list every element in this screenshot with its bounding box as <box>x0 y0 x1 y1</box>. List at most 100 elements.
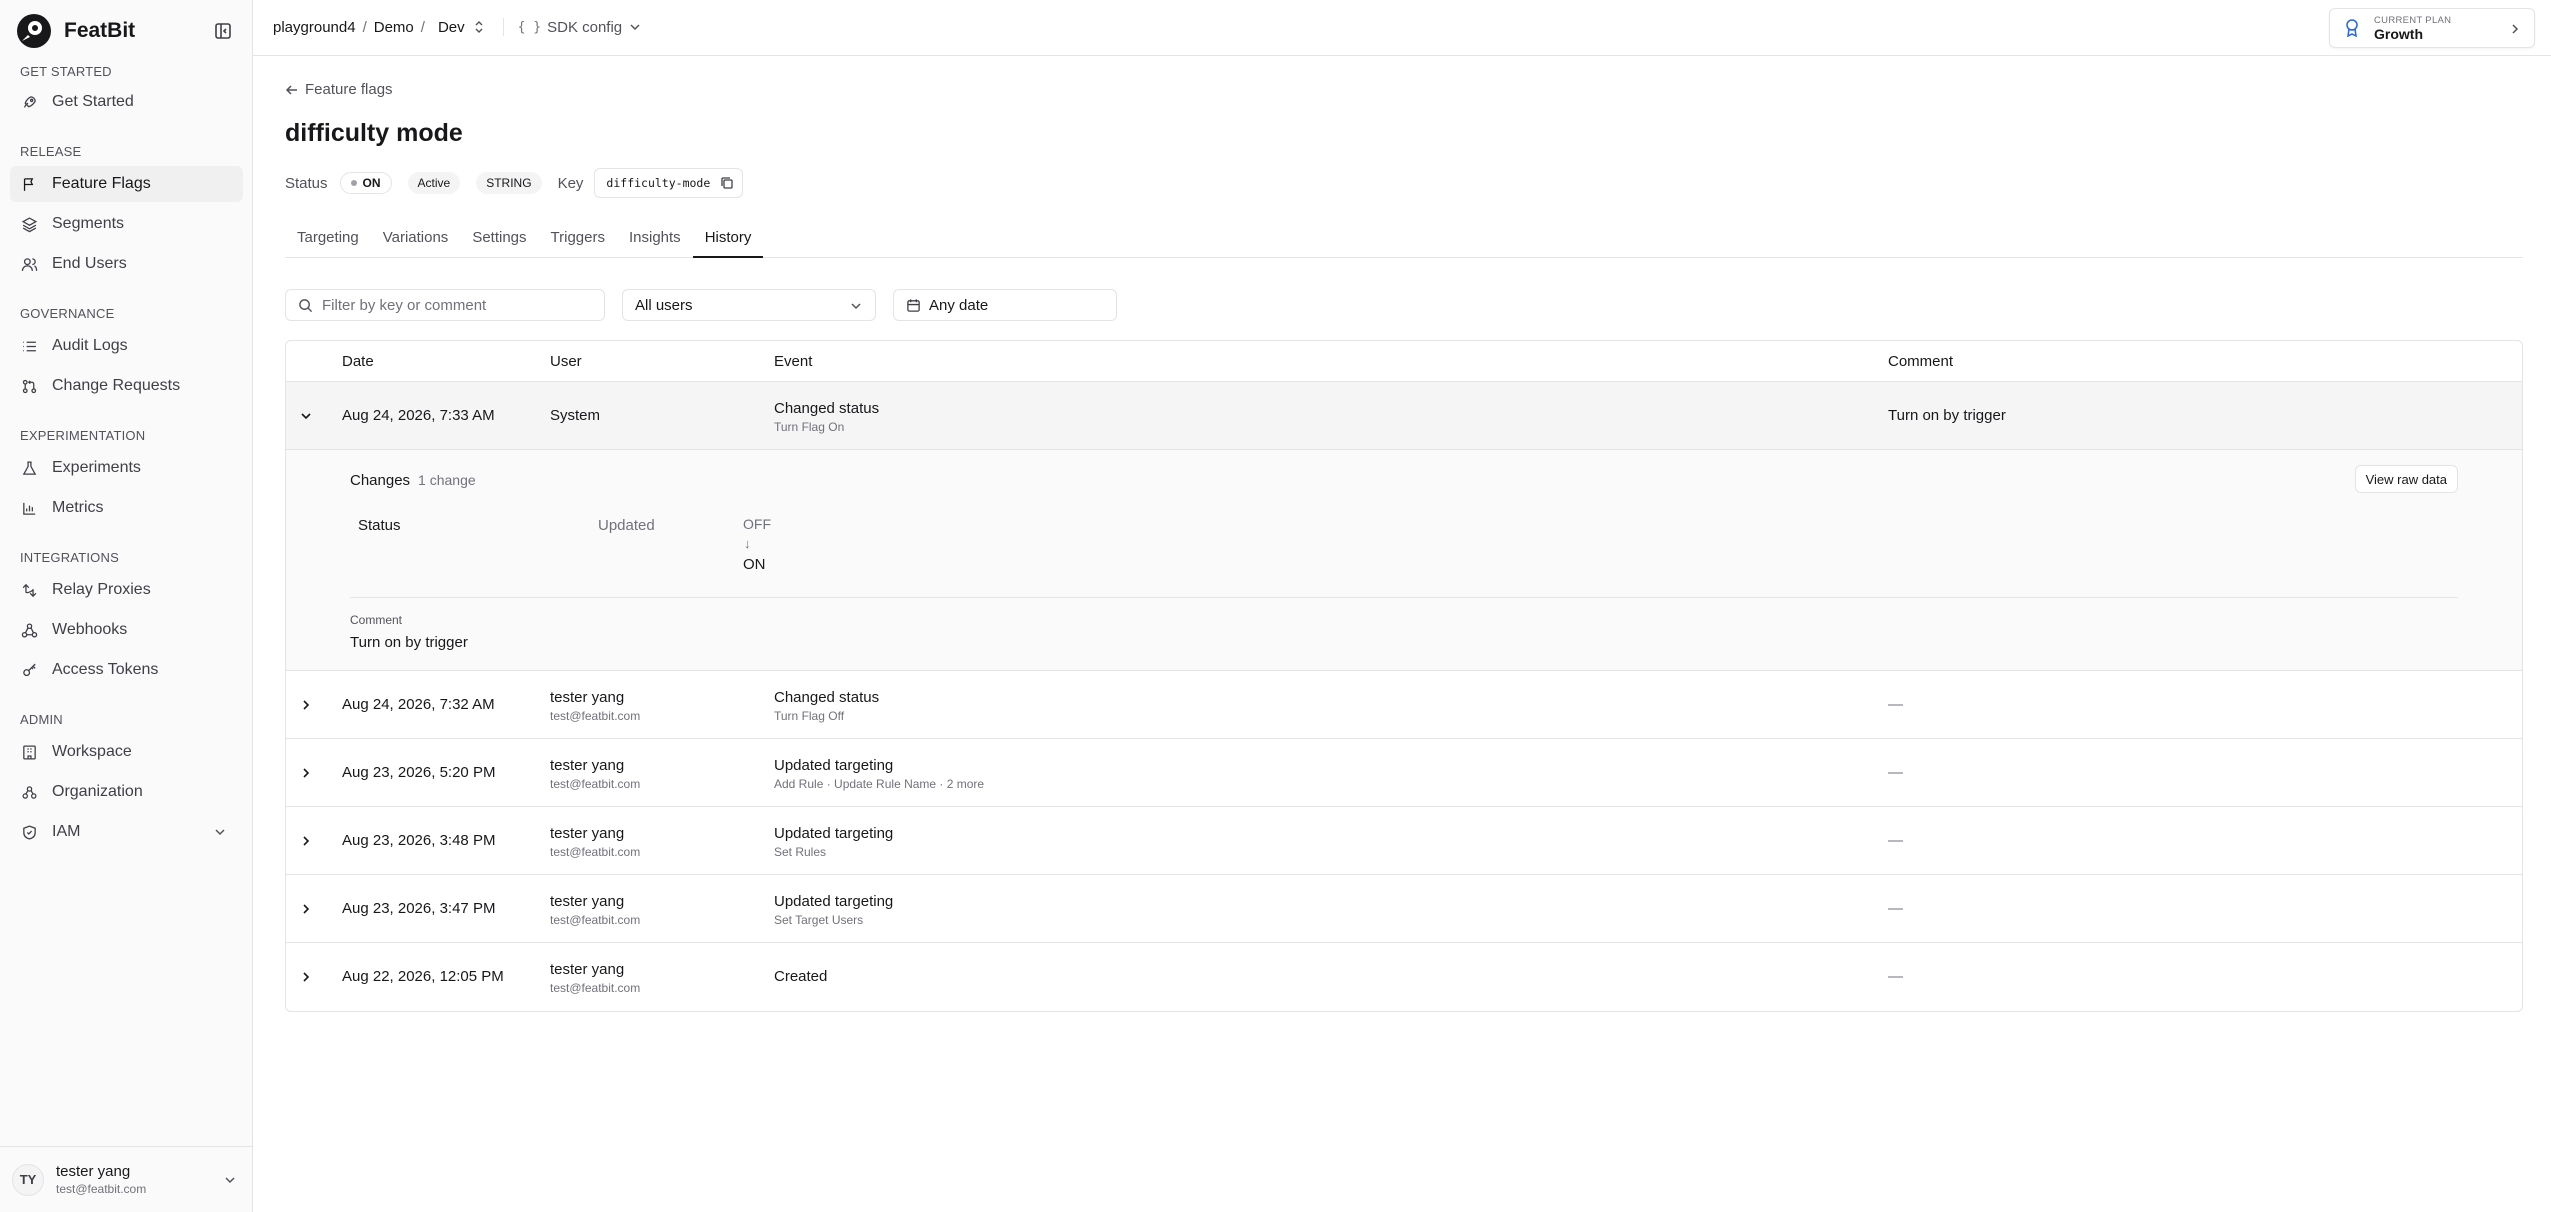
current-plan-card[interactable]: CURRENT PLAN Growth <box>2329 8 2535 48</box>
sidebar-item-iam[interactable]: IAM <box>10 814 243 850</box>
arrow-left-icon <box>285 84 297 95</box>
row-date: Aug 22, 2026, 12:05 PM <box>342 968 504 985</box>
event-summary: Set Target Users <box>774 913 864 927</box>
sidebar-item-metrics[interactable]: Metrics <box>10 490 243 526</box>
row-user: System <box>550 407 601 424</box>
table-row[interactable]: Aug 24, 2026, 7:33 AM System Changed sta… <box>286 382 2522 450</box>
table-row[interactable]: Aug 24, 2026, 7:32 AM tester yang test@f… <box>286 671 2522 739</box>
chevron-right-icon[interactable] <box>298 697 314 713</box>
sidebar-item-change-requests[interactable]: Change Requests <box>10 368 243 404</box>
sidebar-item-label: Feature Flags <box>52 175 151 192</box>
col-header-comment: Comment <box>1888 352 1954 370</box>
sidebar-item-label: Webhooks <box>52 621 128 638</box>
search-icon <box>299 298 313 312</box>
breadcrumb-env-group[interactable]: Demo <box>374 19 414 36</box>
breadcrumb-env[interactable]: Dev <box>438 19 485 36</box>
sidebar-item-audit-logs[interactable]: Audit Logs <box>10 328 243 364</box>
sidebar-item-feature-flags[interactable]: Feature Flags <box>10 166 243 202</box>
col-header-date: Date <box>342 352 374 370</box>
sidebar-item-label: Metrics <box>52 499 104 516</box>
key-label: Key <box>557 174 584 192</box>
user-name: tester yang <box>550 689 625 706</box>
row-comment: — <box>1888 696 1903 713</box>
brand[interactable]: FeatBit <box>16 13 135 49</box>
status-badge: ON <box>339 172 392 194</box>
sidebar-item-webhooks[interactable]: Webhooks <box>10 612 243 648</box>
history-filters: All users Any date <box>285 289 1117 321</box>
divider <box>502 18 504 36</box>
sidebar-item-segments[interactable]: Segments <box>10 206 243 242</box>
change-new-value: ON <box>743 556 766 573</box>
chevron-down-icon[interactable] <box>298 408 314 424</box>
list-icon <box>21 338 38 355</box>
building-icon <box>21 744 38 761</box>
change-field: Status <box>358 517 401 534</box>
plan-value: Growth <box>2374 25 2423 42</box>
sidebar-item-workspace[interactable]: Workspace <box>10 734 243 770</box>
breadcrumb-project[interactable]: playground4 <box>273 19 356 36</box>
flag-meta: Status ON Active STRING Key difficulty-m… <box>285 168 744 198</box>
chevron-right-icon[interactable] <box>298 765 314 781</box>
nav-group-title: ADMIN <box>20 712 63 727</box>
row-date: Aug 24, 2026, 7:33 AM <box>342 407 495 424</box>
tab-insights[interactable]: Insights <box>617 222 693 258</box>
changes-count: 1 change <box>418 472 476 488</box>
table-row[interactable]: Aug 23, 2026, 3:48 PM tester yang test@f… <box>286 807 2522 875</box>
user-filter-select[interactable]: All users <box>622 289 876 321</box>
rocket-icon <box>21 94 38 111</box>
tab-targeting[interactable]: Targeting <box>285 222 371 258</box>
nav-group-title: GET STARTED <box>20 64 112 79</box>
sidebar-item-organization[interactable]: Organization <box>10 774 243 810</box>
row-comment: — <box>1888 764 1903 781</box>
search-input[interactable] <box>322 296 592 314</box>
table-row[interactable]: Aug 22, 2026, 12:05 PM tester yang test@… <box>286 943 2522 1011</box>
tab-settings[interactable]: Settings <box>460 222 538 258</box>
event-title: Updated targeting <box>774 825 894 842</box>
tab-triggers[interactable]: Triggers <box>539 222 617 258</box>
sidebar: FeatBit GET STARTED Get Started RELEASE … <box>0 0 253 1212</box>
changes-label: Changes <box>350 472 411 489</box>
view-raw-data-button[interactable]: View raw data <box>2354 465 2458 493</box>
history-table: Date User Event Comment Aug 24, 2026, 7:… <box>285 340 2523 1012</box>
row-date: Aug 23, 2026, 3:48 PM <box>342 832 496 849</box>
nav-group-release: RELEASE Feature Flags Segments End Users <box>0 142 253 282</box>
sidebar-item-access-tokens[interactable]: Access Tokens <box>10 652 243 688</box>
sidebar-collapse-icon[interactable] <box>213 21 233 41</box>
chevron-down-icon[interactable] <box>213 825 227 839</box>
row-date: Aug 24, 2026, 7:32 AM <box>342 696 495 713</box>
sidebar-item-label: Experiments <box>52 459 141 476</box>
back-link-label: Feature flags <box>305 81 393 98</box>
row-user: tester yang test@featbit.com <box>550 961 640 995</box>
sdk-config-button[interactable]: { } SDK config <box>518 19 643 36</box>
sidebar-item-experiments[interactable]: Experiments <box>10 450 243 486</box>
user-name: tester yang <box>56 1163 131 1180</box>
main-content: Feature flags difficulty mode Status ON … <box>253 57 2551 1212</box>
chevron-right-icon[interactable] <box>298 833 314 849</box>
table-row[interactable]: Aug 23, 2026, 5:20 PM tester yang test@f… <box>286 739 2522 807</box>
user-email: test@featbit.com <box>550 913 641 927</box>
sidebar-item-get-started[interactable]: Get Started <box>10 84 243 120</box>
sidebar-item-end-users[interactable]: End Users <box>10 246 243 282</box>
date-filter-button[interactable]: Any date <box>893 289 1117 321</box>
chevron-right-icon[interactable] <box>298 901 314 917</box>
user-name: tester yang <box>550 757 625 774</box>
detail-comment-value: Turn on by trigger <box>350 634 468 651</box>
table-row[interactable]: Aug 23, 2026, 3:47 PM tester yang test@f… <box>286 875 2522 943</box>
chevron-right-icon[interactable] <box>298 969 314 985</box>
brand-name: FeatBit <box>64 19 136 42</box>
git-pull-request-icon <box>21 378 38 395</box>
sidebar-item-relay-proxies[interactable]: Relay Proxies <box>10 572 243 608</box>
user-email: test@featbit.com <box>550 981 641 995</box>
back-link[interactable]: Feature flags <box>285 81 393 98</box>
date-filter-value: Any date <box>929 296 989 314</box>
user-menu[interactable]: TY tester yang test@featbit.com <box>0 1146 253 1212</box>
nav-group-experimentation: EXPERIMENTATION Experiments Metrics <box>0 426 253 526</box>
tab-history[interactable]: History <box>692 222 764 258</box>
copy-icon[interactable] <box>720 176 734 190</box>
event-summary: Turn Flag On <box>774 420 845 434</box>
org-icon <box>21 784 38 801</box>
event-summary: Add Rule · Update Rule Name · 2 more <box>774 777 985 791</box>
tab-variations[interactable]: Variations <box>371 222 461 258</box>
page-title: difficulty mode <box>285 119 463 147</box>
user-name: tester yang <box>550 893 625 910</box>
